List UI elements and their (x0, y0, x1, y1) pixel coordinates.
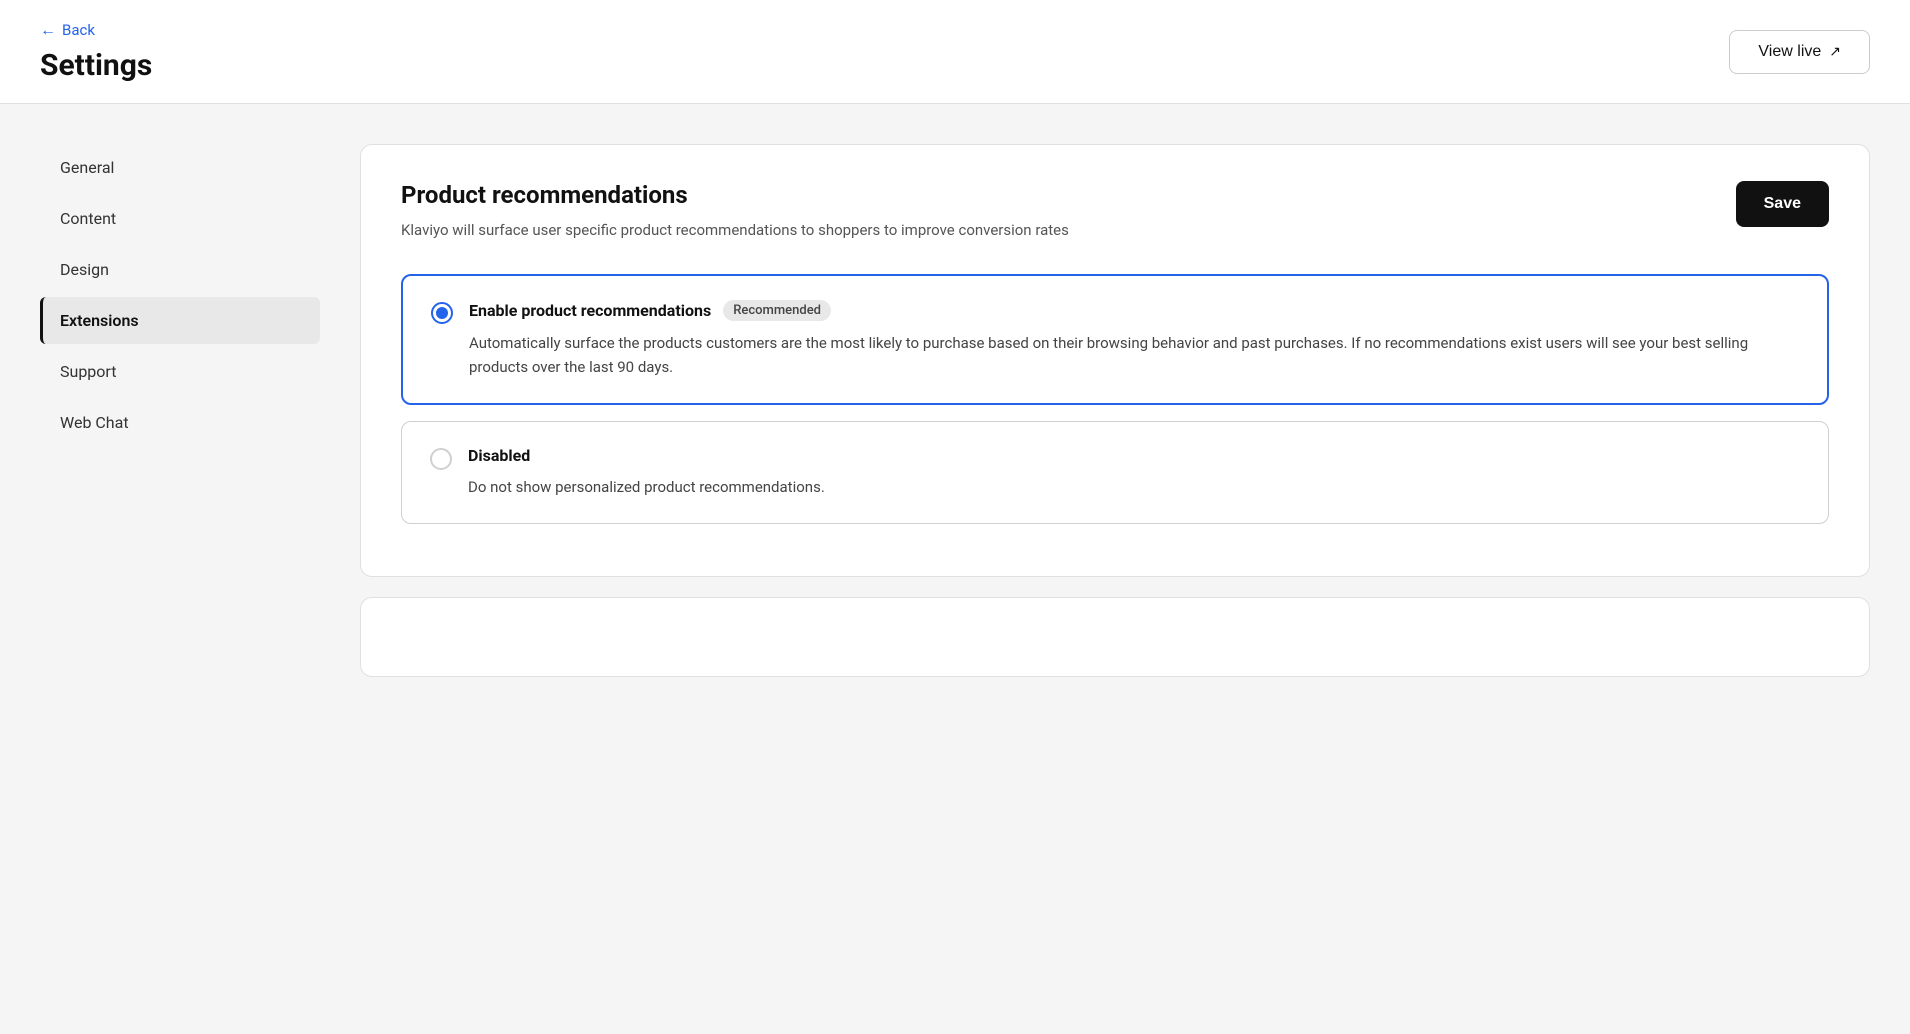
recommended-badge: Recommended (723, 300, 831, 321)
option-enable-title-row: Enable product recommendations Recommend… (469, 300, 1799, 321)
option-disabled[interactable]: Disabled Do not show personalized produc… (401, 421, 1829, 524)
back-label: Back (62, 21, 95, 39)
sidebar-item-web-chat-label: Web Chat (60, 413, 129, 432)
content-wrapper: General Content Design Extensions Suppor… (0, 104, 1910, 717)
back-arrow-icon: ← (40, 20, 56, 40)
sidebar: General Content Design Extensions Suppor… (40, 144, 360, 677)
bottom-partial-card (360, 597, 1870, 677)
external-link-icon: ↗ (1829, 43, 1841, 60)
sidebar-item-extensions-label: Extensions (60, 311, 139, 330)
radio-disabled (430, 448, 452, 470)
sidebar-item-general-label: General (60, 158, 114, 177)
main-content: Product recommendations Klaviyo will sur… (360, 144, 1870, 677)
view-live-label: View live (1758, 43, 1821, 61)
radio-enable-inner (436, 307, 448, 319)
sidebar-item-general[interactable]: General (40, 144, 320, 191)
radio-enable (431, 302, 453, 324)
header-left: ← Back Settings (40, 20, 152, 83)
sidebar-item-content[interactable]: Content (40, 195, 320, 242)
sidebar-item-design[interactable]: Design (40, 246, 320, 293)
option-disabled-title: Disabled (468, 446, 530, 465)
sidebar-item-extensions[interactable]: Extensions (40, 297, 320, 344)
section-description: Klaviyo will surface user specific produ… (401, 219, 1151, 242)
view-live-button[interactable]: View live ↗ (1729, 30, 1870, 74)
sidebar-item-web-chat[interactable]: Web Chat (40, 399, 320, 446)
page-header: ← Back Settings View live ↗ (0, 0, 1910, 104)
section-title: Product recommendations (401, 181, 1716, 209)
back-link[interactable]: ← Back (40, 20, 152, 40)
option-disabled-title-row: Disabled (468, 446, 1800, 465)
option-disabled-content: Disabled Do not show personalized produc… (468, 446, 1800, 499)
page-title: Settings (40, 48, 152, 83)
option-enable-description: Automatically surface the products custo… (469, 331, 1799, 379)
save-button[interactable]: Save (1736, 181, 1829, 227)
card-title-section: Product recommendations Klaviyo will sur… (401, 181, 1716, 242)
option-enable-title: Enable product recommendations (469, 301, 711, 320)
option-enable-content: Enable product recommendations Recommend… (469, 300, 1799, 379)
product-recommendations-card: Product recommendations Klaviyo will sur… (360, 144, 1870, 577)
sidebar-item-support[interactable]: Support (40, 348, 320, 395)
option-disabled-description: Do not show personalized product recomme… (468, 475, 1800, 499)
option-enable[interactable]: Enable product recommendations Recommend… (401, 274, 1829, 405)
card-header: Product recommendations Klaviyo will sur… (401, 181, 1829, 242)
sidebar-item-support-label: Support (60, 362, 116, 381)
sidebar-item-content-label: Content (60, 209, 116, 228)
sidebar-item-design-label: Design (60, 260, 109, 279)
